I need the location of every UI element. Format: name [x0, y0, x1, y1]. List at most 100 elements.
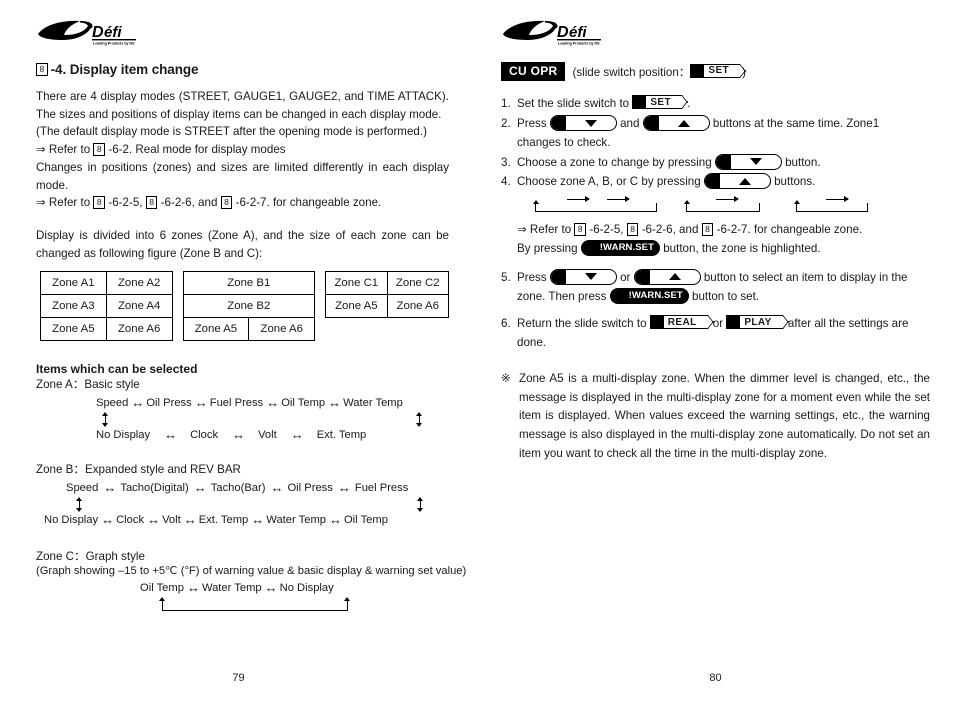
loop-arrow-right-icon — [343, 596, 352, 611]
down-triangle-wrap — [731, 158, 781, 166]
intro-paragraph-3: Changes in positions (zones) and sizes a… — [36, 160, 449, 192]
cu-opr-header: CU OPR (slide switch position： SET) — [501, 62, 930, 82]
step-5-part-b: or — [616, 270, 634, 284]
svg-text:éfi: éfi — [569, 24, 587, 41]
table-row: Zone A5 Zone A6 — [40, 316, 173, 341]
slide-switch-note-prefix: (slide switch position： — [572, 65, 691, 79]
double-arrow-icon — [181, 512, 199, 529]
warn-set-button[interactable]: !WARN.SET — [580, 239, 660, 256]
left-page: D éfi Leading Products by NS 8 -4. Displ… — [0, 0, 477, 706]
svg-text:D: D — [92, 24, 104, 41]
double-arrow-icon — [98, 512, 116, 529]
zone-b-bottom-row: No Display Clock Volt Ext. Temp Water Te… — [44, 512, 449, 529]
zone-c-row: Oil Temp Water Temp No Display — [140, 580, 449, 597]
table-row: Zone A3 Zone A4 — [40, 293, 173, 318]
item-speed: Speed — [66, 482, 99, 495]
step-5-text: Press or button to select an item to dis… — [517, 268, 930, 307]
item-tacho-digital: Tacho(Digital) — [120, 482, 189, 495]
step-4: 4. Choose zone A, B, or C by pressing bu… — [501, 173, 930, 192]
double-arrow-icon — [263, 395, 281, 412]
double-arrow-icon — [333, 480, 355, 497]
double-arrow-icon — [128, 395, 146, 412]
zone-cycle-loop-c — [792, 194, 868, 215]
zone-cycle-loop-b — [682, 194, 760, 215]
step-6-number: 6. — [501, 317, 511, 331]
switch-knob-icon — [726, 315, 741, 330]
double-arrow-icon — [277, 427, 317, 444]
step-6-part-c: after all the settings are — [784, 317, 909, 331]
chevron-right-icon — [701, 315, 710, 329]
item-water-temp: Water Temp — [343, 397, 403, 410]
table-row: Zone A5 Zone A6 — [182, 316, 316, 341]
switch-set-badge[interactable]: SET — [632, 95, 684, 110]
cell-zone-a1: Zone A1 — [40, 270, 107, 295]
switch-knob-icon — [690, 63, 705, 78]
double-arrow-icon — [218, 427, 258, 444]
ref-marker-icon-3: 8 — [701, 222, 714, 237]
section-title-text: -4. Display item change — [50, 62, 199, 77]
down-button[interactable] — [714, 153, 782, 170]
zone-c-sublabel: (Graph showing –15 to +5℃ (°F) of warnin… — [36, 565, 467, 578]
button-cap-icon — [550, 116, 566, 131]
ref-t3: -6-2-7. for changeable zone. — [713, 223, 863, 237]
ref2-marker-icon-1: 8 — [93, 195, 106, 210]
section-marker: 8 — [36, 62, 48, 77]
switch-set-label: SET — [704, 63, 734, 78]
step-1-text: Set the slide switch to SET . — [517, 95, 930, 114]
step-5-number: 5. — [501, 270, 511, 284]
loop-left-end-icon — [531, 199, 541, 213]
zone-c-label: Zone C：Graph style — [36, 549, 145, 563]
up-button[interactable] — [642, 115, 710, 132]
ref-marker-icon: 8 — [93, 142, 106, 157]
switch-real-label: REAL — [663, 315, 701, 330]
warn-line-suffix: button, the zone is highlighted. — [660, 241, 821, 255]
svg-text:éfi: éfi — [104, 24, 122, 41]
cell-zone-a2: Zone A2 — [105, 270, 173, 295]
loop-bar — [162, 609, 348, 611]
note-text: Zone A5 is a multi-display zone. When th… — [519, 371, 930, 461]
ref2-t3: -6-2-7. for changeable zone. — [232, 196, 382, 210]
cell-zone-a4: Zone A4 — [105, 293, 173, 318]
down-button[interactable] — [549, 115, 617, 132]
table-row: Zone B2 — [182, 293, 316, 318]
double-arrow-icon — [150, 427, 190, 444]
arrow-right-icon — [826, 194, 849, 204]
down-button[interactable] — [549, 268, 617, 285]
double-arrow-icon — [265, 480, 287, 497]
triangle-up-icon — [668, 273, 681, 281]
warn-set-button[interactable]: !WARN.SET — [609, 287, 689, 304]
item-water-temp: Water Temp — [266, 514, 326, 527]
zone-a-table: Zone A1 Zone A2 Zone A3 Zone A4 Zone A5 … — [40, 270, 173, 341]
button-cap-icon — [550, 269, 566, 284]
cell-zone-b2: Zone B2 — [182, 293, 316, 318]
double-arrow-icon — [248, 512, 266, 529]
step-4-part-b: buttons. — [770, 175, 816, 189]
triangle-down-icon — [749, 158, 762, 166]
svg-text:Leading Products by NS: Leading Products by NS — [558, 42, 600, 46]
intro-paragraph-4: Display is divided into 6 zones (Zone A)… — [36, 229, 449, 260]
double-arrow-icon — [262, 580, 280, 597]
steps-list: 1. Set the slide switch to SET . 2. Pres… — [501, 95, 930, 192]
zone-a-top-row: Speed Oil Press Fuel Press Oil Temp Wate… — [96, 395, 449, 412]
step-6-text: Return the slide switch to REAL or PLAY … — [517, 315, 930, 353]
warn-highlight-line: By pressing !WARN.SET button, the zone i… — [517, 239, 930, 259]
item-oil-temp: Oil Temp — [343, 514, 388, 527]
item-no-display: No Display — [279, 582, 334, 595]
up-button[interactable] — [633, 268, 701, 285]
switch-real-badge[interactable]: REAL — [649, 315, 710, 330]
up-button[interactable] — [703, 173, 771, 190]
ref-t2: -6-2-6, and — [638, 223, 702, 237]
item-volt: Volt — [258, 429, 277, 442]
arrow-right-icon — [716, 194, 739, 204]
ref-marker-icon-2: 8 — [626, 222, 639, 237]
vertical-double-arrow-icon — [101, 411, 110, 427]
item-oil-temp: Oil Temp — [281, 397, 326, 410]
step-1: 1. Set the slide switch to SET . — [501, 95, 930, 114]
loop-a-arrows-2 — [607, 194, 630, 204]
reference-line-2: ⇒ Refer to 8 -6-2-5, 8 -6-2-6, and 8 -6-… — [36, 194, 449, 212]
step-1-part-a: Set the slide switch to — [517, 97, 633, 111]
switch-play-badge[interactable]: PLAY — [726, 315, 784, 330]
steps-list-2: 5. Press or button to select an item to … — [501, 268, 930, 353]
